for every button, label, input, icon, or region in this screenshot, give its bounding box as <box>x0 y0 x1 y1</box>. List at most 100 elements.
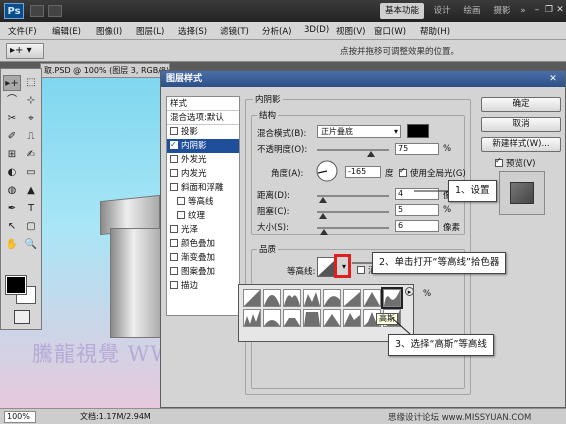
gradient-tool-icon[interactable]: ▭ <box>22 165 40 181</box>
document-tab[interactable]: 取.PSD @ 100% (图层 3, RGB/8) <box>40 63 170 78</box>
distance-slider-knob[interactable] <box>319 197 327 203</box>
style-item[interactable]: 图案叠加 <box>167 265 239 279</box>
style-item[interactable]: 等高线 <box>167 195 239 209</box>
checkbox-icon[interactable] <box>170 239 178 247</box>
eraser-tool-icon[interactable]: ✍ <box>22 147 40 163</box>
mini-bridge-icon[interactable] <box>48 5 62 17</box>
brush-tool-icon[interactable]: ✐ <box>3 129 21 145</box>
opacity-field[interactable]: 75 <box>395 143 439 155</box>
contour-preset[interactable] <box>303 309 321 327</box>
distance-field[interactable]: 4 <box>395 188 439 200</box>
contour-preset[interactable] <box>283 289 301 307</box>
bridge-icon[interactable] <box>30 5 44 17</box>
contour-preset[interactable] <box>283 309 301 327</box>
distance-slider[interactable] <box>317 195 389 197</box>
path-select-tool-icon[interactable]: ↖ <box>3 219 21 235</box>
cancel-button[interactable]: 取消 <box>481 117 561 132</box>
zoom-field[interactable]: 100% <box>4 411 36 423</box>
checkbox-icon[interactable] <box>170 253 178 261</box>
tool-preset-picker[interactable]: ▸+ ▾ <box>6 43 44 59</box>
sharpen-tool-icon[interactable]: ▲ <box>22 183 40 199</box>
checkbox-icon[interactable] <box>177 211 185 219</box>
size-field[interactable]: 6 <box>395 220 439 232</box>
contour-preset[interactable] <box>303 289 321 307</box>
ok-button[interactable]: 确定 <box>481 97 561 112</box>
preview-checkbox[interactable]: 预览(V) <box>495 156 535 169</box>
contour-preset[interactable] <box>363 289 381 307</box>
dodge-tool-icon[interactable]: ◐ <box>3 165 21 181</box>
contour-preset[interactable] <box>263 289 281 307</box>
blur-tool-icon[interactable]: ◍ <box>3 183 21 199</box>
checkbox-icon[interactable] <box>170 225 178 233</box>
choke-slider[interactable] <box>317 211 389 213</box>
contour-preset[interactable] <box>343 289 361 307</box>
contour-preset[interactable] <box>323 309 341 327</box>
opacity-slider[interactable] <box>317 149 389 151</box>
pen-tool-icon[interactable]: ✒ <box>3 201 21 217</box>
shape-tool-icon[interactable]: ▢ <box>22 219 40 235</box>
quick-select-tool-icon[interactable]: ⊹ <box>22 93 40 109</box>
workspace-basic-button[interactable]: 基本功能 <box>380 3 424 19</box>
checkbox-icon[interactable] <box>170 267 178 275</box>
angle-dial[interactable] <box>315 159 339 183</box>
style-item[interactable]: 投影 <box>167 125 239 139</box>
menu-window[interactable]: 窗口(W) <box>374 25 406 37</box>
menu-filter[interactable]: 滤镜(T) <box>220 25 249 37</box>
style-item[interactable]: 描边 <box>167 279 239 293</box>
choke-slider-knob[interactable] <box>319 213 327 219</box>
checkbox-icon[interactable] <box>170 169 178 177</box>
close-icon[interactable]: ✕ <box>553 4 566 17</box>
crop-tool-icon[interactable]: ✂ <box>3 111 21 127</box>
menu-view[interactable]: 视图(V) <box>336 25 365 37</box>
checkbox-icon[interactable] <box>170 183 178 191</box>
checkbox-icon[interactable] <box>170 138 178 152</box>
contour-preset[interactable] <box>243 289 261 307</box>
angle-field[interactable]: -165 <box>345 166 381 178</box>
opacity-slider-knob[interactable] <box>367 151 375 157</box>
checkbox-icon[interactable] <box>170 127 178 135</box>
global-light-checkbox[interactable]: 使用全局光(G) <box>399 166 466 179</box>
move-tool-icon[interactable]: ▸+ <box>3 75 21 91</box>
size-slider-knob[interactable] <box>320 229 328 235</box>
checkbox-icon[interactable] <box>170 281 178 289</box>
styles-header[interactable]: 样式 <box>167 97 239 111</box>
workspace-design-button[interactable]: 设计 <box>428 3 456 19</box>
contour-menu-icon[interactable]: ▸ <box>405 287 414 296</box>
contour-preset[interactable] <box>343 309 361 327</box>
style-item[interactable]: 内阴影 <box>167 138 239 153</box>
style-item[interactable]: 渐变叠加 <box>167 251 239 265</box>
style-item[interactable]: 颜色叠加 <box>167 237 239 251</box>
menu-layer[interactable]: 图层(L) <box>136 25 164 37</box>
style-item[interactable]: 外发光 <box>167 153 239 167</box>
shadow-color-swatch[interactable] <box>407 124 429 138</box>
contour-preset[interactable] <box>243 309 261 327</box>
contour-preset[interactable] <box>323 289 341 307</box>
history-brush-tool-icon[interactable]: ⊞ <box>3 147 21 163</box>
menu-help[interactable]: 帮助(H) <box>420 25 450 37</box>
style-item[interactable]: 斜面和浮雕 <box>167 181 239 195</box>
contour-preset[interactable] <box>263 309 281 327</box>
workspace-paint-button[interactable]: 绘画 <box>458 3 486 19</box>
new-style-button[interactable]: 新建样式(W)... <box>481 137 561 152</box>
workspace-photo-button[interactable]: 摄影 <box>488 3 516 19</box>
zoom-tool-icon[interactable]: 🔍 <box>22 237 40 253</box>
type-tool-icon[interactable]: T <box>22 201 40 217</box>
eyedropper-tool-icon[interactable]: ⌖ <box>22 111 40 127</box>
contour-preset[interactable] <box>381 287 403 309</box>
checkbox-icon[interactable] <box>170 155 178 163</box>
checkbox-icon[interactable] <box>177 197 185 205</box>
menu-analysis[interactable]: 分析(A) <box>262 25 291 37</box>
foreground-color-swatch[interactable] <box>5 275 27 295</box>
blend-options-item[interactable]: 混合选项:默认 <box>167 111 239 125</box>
quick-mask-icon[interactable] <box>14 310 30 324</box>
lasso-tool-icon[interactable]: ⌒ <box>3 93 21 109</box>
hand-tool-icon[interactable]: ✋ <box>3 237 21 253</box>
move-alt-tool-icon[interactable]: ⬚ <box>22 75 40 91</box>
menu-image[interactable]: 图像(I) <box>96 25 122 37</box>
stamp-tool-icon[interactable]: ⎍ <box>22 129 40 145</box>
choke-field[interactable]: 5 <box>395 204 439 216</box>
style-item[interactable]: 纹理 <box>167 209 239 223</box>
blend-mode-select[interactable]: 正片叠底 ▾ <box>317 125 401 138</box>
menu-edit[interactable]: 编辑(E) <box>52 25 81 37</box>
dialog-close-icon[interactable]: ✕ <box>547 73 559 85</box>
